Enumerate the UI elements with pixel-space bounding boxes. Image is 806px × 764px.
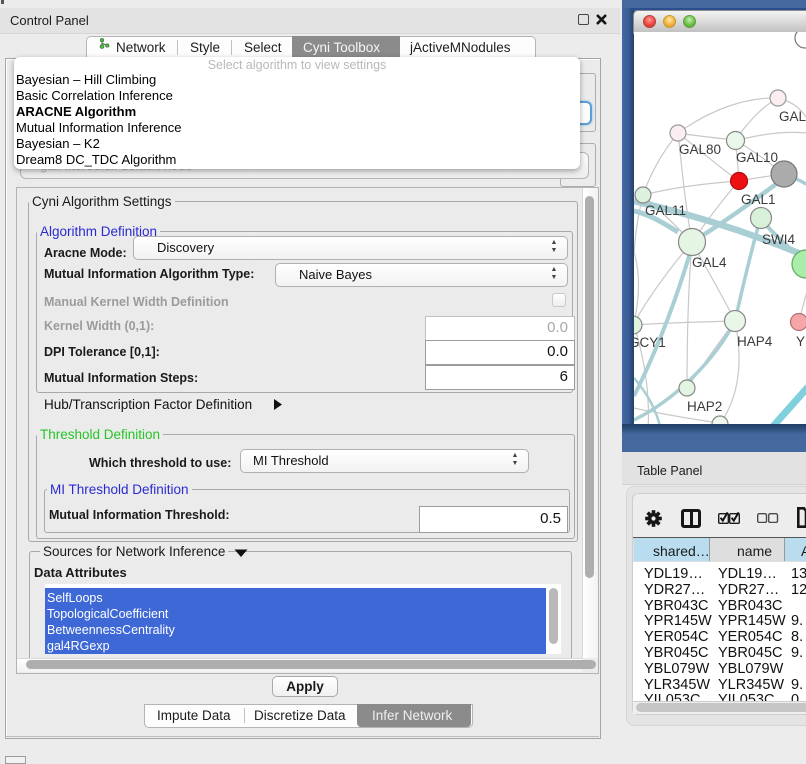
svg-text:GCY1: GCY1 bbox=[634, 335, 666, 350]
svg-text:SWI4: SWI4 bbox=[762, 232, 795, 247]
svg-text:YM: YM bbox=[796, 334, 806, 349]
svg-text:GAL10: GAL10 bbox=[736, 150, 778, 165]
svg-text:GAL2: GAL2 bbox=[779, 109, 806, 124]
svg-text:HAP2: HAP2 bbox=[687, 399, 722, 414]
svg-text:GAL1: GAL1 bbox=[741, 192, 776, 207]
svg-text:HAP4: HAP4 bbox=[737, 334, 773, 349]
svg-text:GAL80: GAL80 bbox=[679, 142, 721, 157]
svg-text:GAL11: GAL11 bbox=[645, 203, 686, 218]
svg-text:GAL4: GAL4 bbox=[692, 255, 727, 270]
